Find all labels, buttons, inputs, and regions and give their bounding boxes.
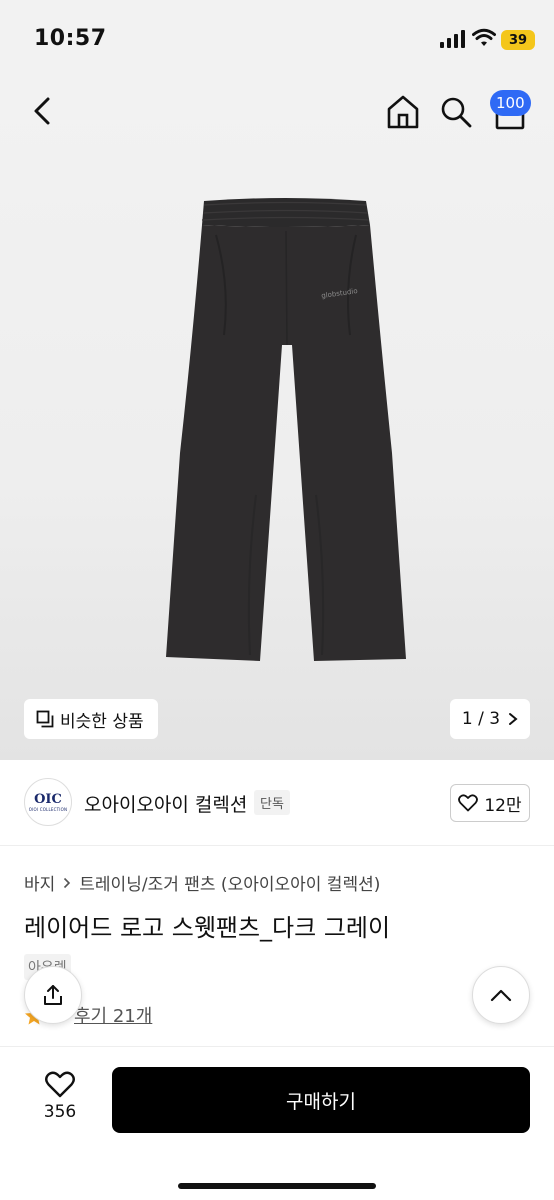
home-icon[interactable] <box>386 94 420 130</box>
cart-count-badge: 100 <box>490 90 531 116</box>
search-icon[interactable] <box>440 96 472 128</box>
home-indicator <box>178 1183 376 1189</box>
back-icon[interactable] <box>28 94 58 128</box>
breadcrumb: 바지 트레이닝/조거 팬츠 (오아이오아이 컬렉션) <box>24 870 380 895</box>
buy-button[interactable]: 구매하기 <box>112 1067 530 1133</box>
brand-row[interactable]: OIC OIOI COLLECTION 오아이오아이 컬렉션 단독 12만 <box>0 760 554 846</box>
wishlist-count: 356 <box>43 1102 77 1122</box>
battery-icon: 39 <box>501 30 535 50</box>
share-button[interactable] <box>24 966 82 1024</box>
status-time: 10:57 <box>34 26 107 51</box>
battery-level: 39 <box>508 32 528 48</box>
breadcrumb-item-category[interactable]: 바지 <box>24 870 55 895</box>
product-title: 레이어드 로고 스웻팬츠_다크 그레이 <box>24 914 391 942</box>
chevron-right-icon <box>509 713 518 725</box>
heart-icon <box>45 1071 75 1098</box>
pager-text: 1 / 3 <box>461 709 501 729</box>
brand-name[interactable]: 오아이오아이 컬렉션 <box>84 790 247 817</box>
gallery-pager[interactable]: 1 / 3 <box>450 699 530 739</box>
copy-icon <box>36 710 54 728</box>
status-bar: 10:57 39 <box>0 0 554 70</box>
signal-icon <box>440 30 465 48</box>
similar-products-label: 비슷한 상품 <box>60 711 144 732</box>
brand-logo-mark: OIC <box>34 791 62 807</box>
share-icon <box>44 985 62 1005</box>
chevron-right-icon <box>64 877 71 888</box>
similar-products-button[interactable]: 비슷한 상품 <box>24 699 158 739</box>
purchase-bar: 356 구매하기 <box>0 1046 554 1200</box>
chevron-up-icon <box>490 989 512 1002</box>
exclusive-badge: 단독 <box>254 790 290 815</box>
wifi-icon <box>472 28 496 46</box>
review-count-link[interactable]: 후기 21개 <box>74 1002 152 1028</box>
brand-like-button[interactable]: 12만 <box>450 784 530 822</box>
heart-icon <box>458 794 479 812</box>
brand-like-count: 12만 <box>484 795 522 816</box>
wishlist-button[interactable]: 356 <box>32 1071 88 1122</box>
scroll-top-button[interactable] <box>472 966 530 1024</box>
product-image: globstudio <box>166 198 406 661</box>
brand-logo[interactable]: OIC OIOI COLLECTION <box>24 778 72 826</box>
brand-logo-sub: OIOI COLLECTION <box>28 806 68 812</box>
breadcrumb-item-subcategory[interactable]: 트레이닝/조거 팬츠 (오아이오아이 컬렉션) <box>79 870 380 895</box>
